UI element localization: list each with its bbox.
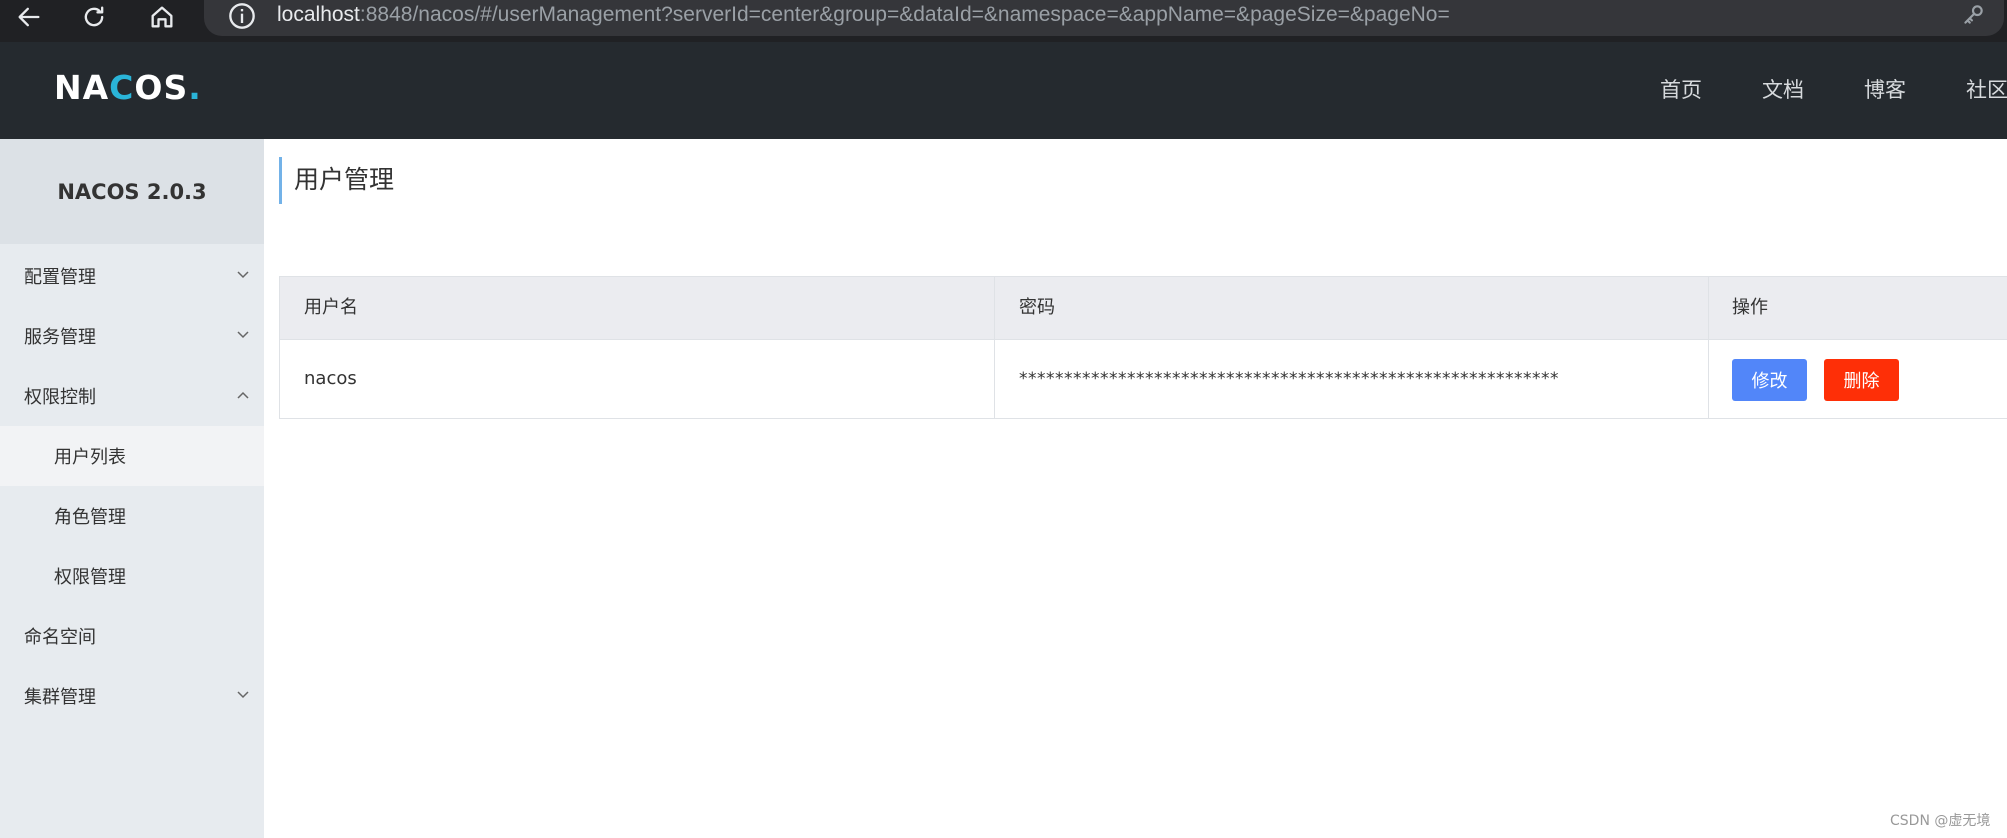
sidebar-item-label: 权限管理	[54, 567, 126, 588]
page-title-accent	[279, 157, 282, 204]
user-table: 用户名 密码 操作 nacos ************************…	[279, 276, 2007, 419]
page-title: 用户管理	[294, 165, 395, 194]
sidebar-item-service[interactable]: 服务管理	[0, 306, 264, 366]
url-path: :8848/nacos/#/userManagement?serverId=ce…	[359, 3, 1450, 26]
logo-text-na: NA	[54, 68, 110, 107]
column-divider	[994, 277, 995, 418]
sidebar-item-permission-management[interactable]: 权限管理	[0, 546, 264, 606]
sidebar-item-label: 服务管理	[24, 327, 96, 348]
sidebar-item-namespace[interactable]: 命名空间	[0, 606, 264, 666]
browser-toolbar: localhost:8848/nacos/#/userManagement?se…	[0, 0, 2007, 42]
sidebar-item-label: 命名空间	[24, 627, 96, 648]
home-button[interactable]	[143, 0, 181, 34]
cell-password: ****************************************…	[1019, 369, 1559, 389]
back-arrow-icon	[18, 7, 40, 27]
back-button[interactable]	[10, 0, 48, 34]
sidebar-item-label: 权限控制	[24, 387, 96, 408]
chevron-down-icon	[237, 691, 249, 699]
app-header: NACOS. 首页 文档 博客 社区	[0, 42, 2007, 139]
nav-link-blog[interactable]: 博客	[1864, 76, 1906, 104]
edit-button[interactable]: 修改	[1732, 359, 1807, 401]
nav-link-community[interactable]: 社区	[1966, 76, 2007, 104]
sidebar-title: NACOS 2.0.3	[0, 139, 264, 244]
reload-button[interactable]	[75, 0, 113, 34]
key-icon[interactable]	[1960, 2, 1986, 28]
info-icon[interactable]	[228, 2, 256, 30]
chevron-down-icon	[237, 331, 249, 339]
column-header-actions: 操作	[1732, 297, 1768, 318]
chevron-up-icon	[237, 391, 249, 399]
column-header-password: 密码	[1019, 297, 1055, 318]
column-header-username: 用户名	[304, 297, 358, 318]
watermark: CSDN @虚无境	[1890, 813, 1991, 829]
logo-dot: .	[188, 68, 202, 107]
sidebar-item-label: 配置管理	[24, 267, 96, 288]
column-divider	[1708, 277, 1709, 418]
url-text[interactable]: localhost:8848/nacos/#/userManagement?se…	[277, 2, 1450, 30]
sidebar: NACOS 2.0.3 配置管理 服务管理 权限控制 用户列表 角色管理 权限管…	[0, 139, 264, 838]
sidebar-item-cluster[interactable]: 集群管理	[0, 666, 264, 726]
reload-icon	[84, 6, 104, 27]
sidebar-item-user-list[interactable]: 用户列表	[0, 426, 264, 486]
sidebar-item-config[interactable]: 配置管理	[0, 246, 264, 306]
logo-text-c: C	[109, 68, 135, 107]
nav-link-home[interactable]: 首页	[1660, 76, 1702, 104]
nacos-logo[interactable]: NACOS.	[54, 68, 202, 108]
sidebar-item-label: 角色管理	[54, 507, 126, 528]
sidebar-item-label: 集群管理	[24, 687, 96, 708]
chevron-down-icon	[237, 271, 249, 279]
sidebar-item-permission-control[interactable]: 权限控制	[0, 366, 264, 426]
sidebar-item-label: 用户列表	[54, 447, 126, 468]
delete-button[interactable]: 删除	[1824, 359, 1899, 401]
sidebar-item-role-management[interactable]: 角色管理	[0, 486, 264, 546]
home-icon	[151, 6, 173, 28]
url-host: localhost	[277, 3, 360, 26]
cell-username: nacos	[304, 368, 357, 389]
logo-text-os: OS	[134, 68, 189, 107]
nav-link-docs[interactable]: 文档	[1762, 76, 1804, 104]
